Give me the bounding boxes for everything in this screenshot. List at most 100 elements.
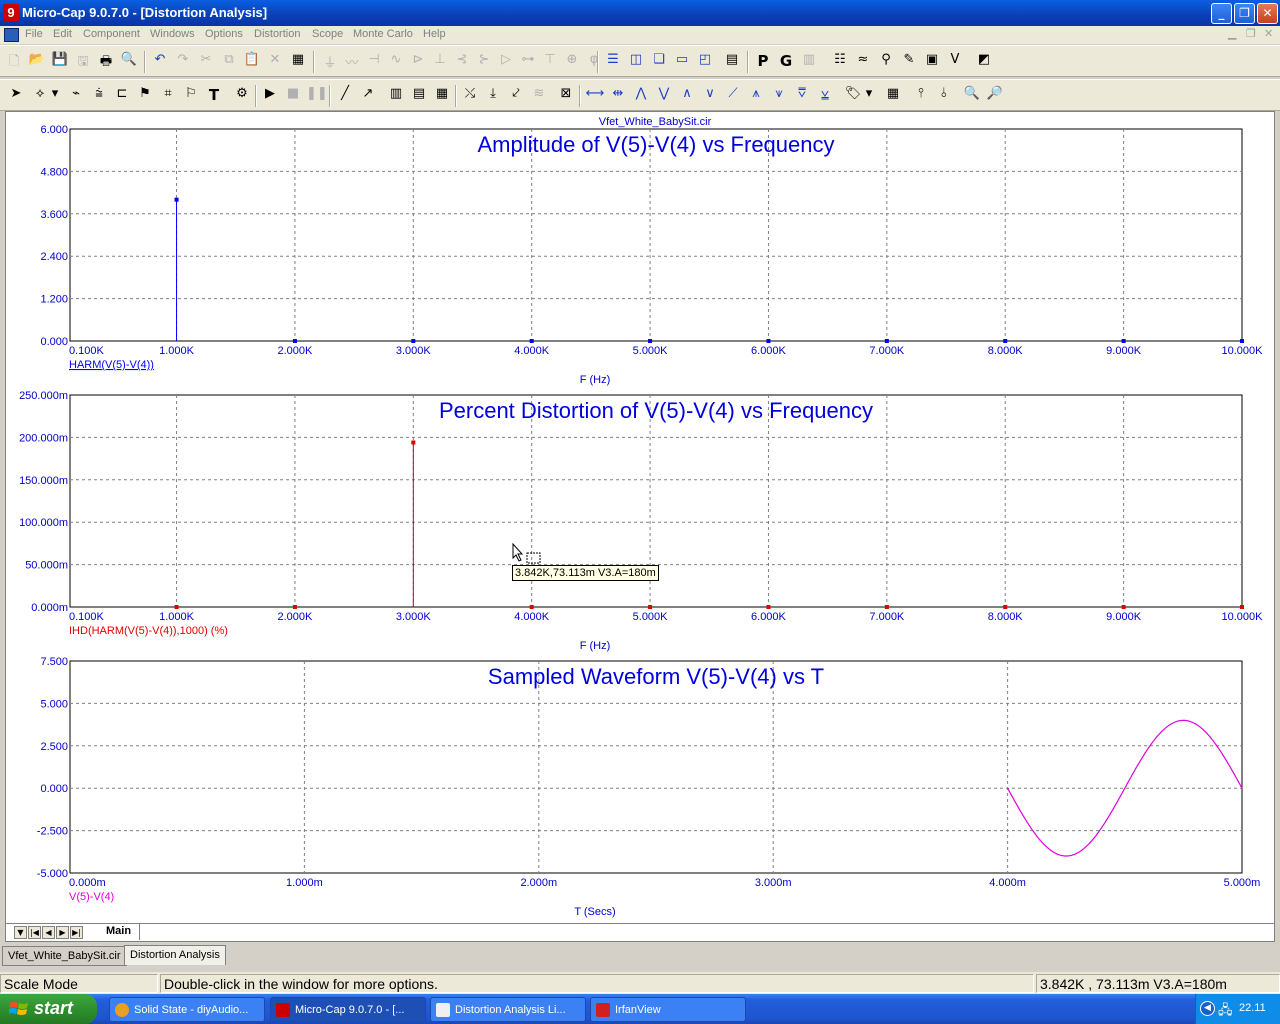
menu-file[interactable]: File: [25, 28, 43, 40]
bus-mode-icon[interactable]: ⩭: [89, 86, 109, 106]
npn-icon[interactable]: ⊰: [452, 52, 472, 72]
properties-icon[interactable]: ⚙: [232, 86, 252, 106]
clock[interactable]: 22.11: [1239, 1002, 1266, 1014]
menu-edit[interactable]: Edit: [53, 28, 72, 40]
resistor-icon[interactable]: 〰: [342, 52, 362, 72]
g-key-icon[interactable]: G: [776, 52, 796, 72]
save-icon[interactable]: 💾: [50, 52, 70, 72]
mdi-window-icon[interactable]: [4, 28, 19, 42]
select-mode-icon[interactable]: ➤: [6, 86, 26, 106]
next-valley-icon[interactable]: ⋁: [654, 86, 674, 106]
graph-window-icon[interactable]: ◩: [974, 52, 994, 72]
menu-help[interactable]: Help: [423, 28, 446, 40]
menu-monte-carlo[interactable]: Monte Carlo: [353, 28, 413, 40]
undo-icon[interactable]: ↶: [150, 52, 170, 72]
cursor-readout-icon[interactable]: ⫯: [911, 86, 931, 106]
ground-icon[interactable]: ⏚: [320, 52, 340, 72]
menu-windows[interactable]: Windows: [150, 28, 195, 40]
wire-mode-icon[interactable]: ⌁: [66, 86, 86, 106]
cut-icon[interactable]: ✂: [196, 52, 216, 72]
task-irfanview[interactable]: IrfanView: [590, 997, 746, 1022]
global-low-icon[interactable]: ⩛: [769, 86, 789, 106]
copy-icon[interactable]: ⧉: [219, 52, 239, 72]
table-icon[interactable]: ▥: [799, 52, 819, 72]
run-icon[interactable]: ▶: [260, 86, 280, 106]
opamp-icon[interactable]: ▷: [496, 52, 516, 72]
menu-options[interactable]: Options: [205, 28, 243, 40]
plot-window[interactable]: Vfet_White_BabySit.cir 0.100K 1.000K 2.000…: [5, 111, 1275, 924]
cursor-left-icon[interactable]: ⟷: [585, 86, 605, 106]
component-mode-icon[interactable]: ⟡: [30, 86, 50, 106]
tab-menu-chevron-down-icon[interactable]: ▼: [14, 926, 27, 939]
zoom-in-icon[interactable]: 🔍: [962, 86, 982, 106]
save-all-icon[interactable]: 🖫: [73, 52, 93, 72]
network-icon[interactable]: 🖧: [1218, 1001, 1233, 1023]
menu-scope[interactable]: Scope: [312, 28, 343, 40]
chevron-down-icon[interactable]: ▾: [50, 86, 60, 106]
task-distortion-limits[interactable]: Distortion Analysis Li...: [430, 997, 586, 1022]
source-icon[interactable]: ⊕: [562, 52, 582, 72]
window-icon[interactable]: ▭: [672, 52, 692, 72]
pause-icon[interactable]: ❚❚: [306, 86, 328, 106]
open-file-icon[interactable]: 📂: [27, 52, 47, 72]
numeric-table-icon[interactable]: ▦: [883, 86, 903, 106]
switch-icon[interactable]: ⊶: [518, 52, 538, 72]
grid-mode-icon[interactable]: ⌗: [158, 86, 178, 106]
close-button[interactable]: ✕: [1257, 3, 1278, 24]
start-button[interactable]: start: [0, 994, 97, 1024]
stop-icon[interactable]: ■: [283, 86, 303, 106]
bottom-icon[interactable]: ⩣: [815, 86, 835, 106]
scale-icon[interactable]: ⊠: [556, 86, 576, 106]
last-page-icon[interactable]: ▶|: [70, 926, 83, 939]
capacitor-icon[interactable]: ⊣: [364, 52, 384, 72]
diode-icon[interactable]: ⊳: [408, 52, 428, 72]
mdi-minimize-button[interactable]: ▁: [1228, 27, 1236, 40]
line-arrow-icon[interactable]: ↗: [358, 86, 378, 106]
global-high-icon[interactable]: ⩚: [746, 86, 766, 106]
task-microcap[interactable]: Micro-Cap 9.0.7.0 - [...: [270, 997, 426, 1022]
restore-button[interactable]: ❐: [1234, 3, 1255, 24]
probe-icon[interactable]: ⚲: [876, 52, 896, 72]
print-preview-icon[interactable]: 🔍: [119, 52, 139, 72]
low-icon[interactable]: ∨: [700, 86, 720, 106]
first-page-icon[interactable]: |◀: [28, 926, 41, 939]
tray-expand-icon[interactable]: ◀: [1200, 1001, 1215, 1016]
mosfet-icon[interactable]: φ: [584, 52, 604, 72]
calculator-icon[interactable]: ▤: [722, 52, 742, 72]
inductor-icon[interactable]: ∿: [386, 52, 406, 72]
box-mode-icon[interactable]: ⊏: [112, 86, 132, 106]
pen-icon[interactable]: ✎: [899, 52, 919, 72]
cursor-right-icon[interactable]: ⇹: [608, 86, 628, 106]
top-icon[interactable]: ⩢: [792, 86, 812, 106]
label-mode-icon[interactable]: ⚐: [181, 86, 201, 106]
battery-icon[interactable]: ⊥: [430, 52, 450, 72]
analysis-window-icon[interactable]: ▣: [922, 52, 942, 72]
peak-icon[interactable]: ⤓: [483, 86, 503, 106]
tile-vertical-icon[interactable]: ◫: [626, 52, 646, 72]
new-file-icon[interactable]: 🗋: [4, 52, 24, 72]
mdi-close-button[interactable]: ✕: [1264, 27, 1273, 40]
cascade-icon[interactable]: ❏: [649, 52, 669, 72]
split-window-icon[interactable]: ◰: [695, 52, 715, 72]
waveform-icon[interactable]: ≈: [853, 52, 873, 72]
app-icon[interactable]: 9: [3, 4, 19, 21]
axis-grid-icon[interactable]: ▦: [432, 86, 452, 106]
task-browser[interactable]: Solid State - diyAudio...: [109, 997, 265, 1022]
next-peak-icon[interactable]: ⋀: [631, 86, 651, 106]
paste-icon[interactable]: 📋: [242, 52, 262, 72]
redo-icon[interactable]: ↷: [173, 52, 193, 72]
p-key-icon[interactable]: P: [753, 52, 773, 72]
tile-horizontal-icon[interactable]: ☰: [603, 52, 623, 72]
cursor-icon[interactable]: ⤯: [460, 86, 480, 106]
doc-tab-circuit[interactable]: Vfet_White_BabySit.cir: [2, 946, 127, 966]
previous-page-icon[interactable]: ◀: [42, 926, 55, 939]
point-tag-icon[interactable]: ≋: [529, 86, 549, 106]
next-page-icon[interactable]: ▶: [56, 926, 69, 939]
numeric-output-icon[interactable]: ☷: [830, 52, 850, 72]
chevron-down-icon[interactable]: ▾: [864, 86, 874, 106]
tag-icon[interactable]: 🏷: [843, 86, 863, 106]
text-mode-icon[interactable]: T: [204, 86, 224, 106]
zoom-out-icon[interactable]: 🔎: [985, 86, 1005, 106]
valley-icon[interactable]: ⤦: [506, 86, 526, 106]
inflection-icon[interactable]: ⟋: [723, 86, 743, 106]
